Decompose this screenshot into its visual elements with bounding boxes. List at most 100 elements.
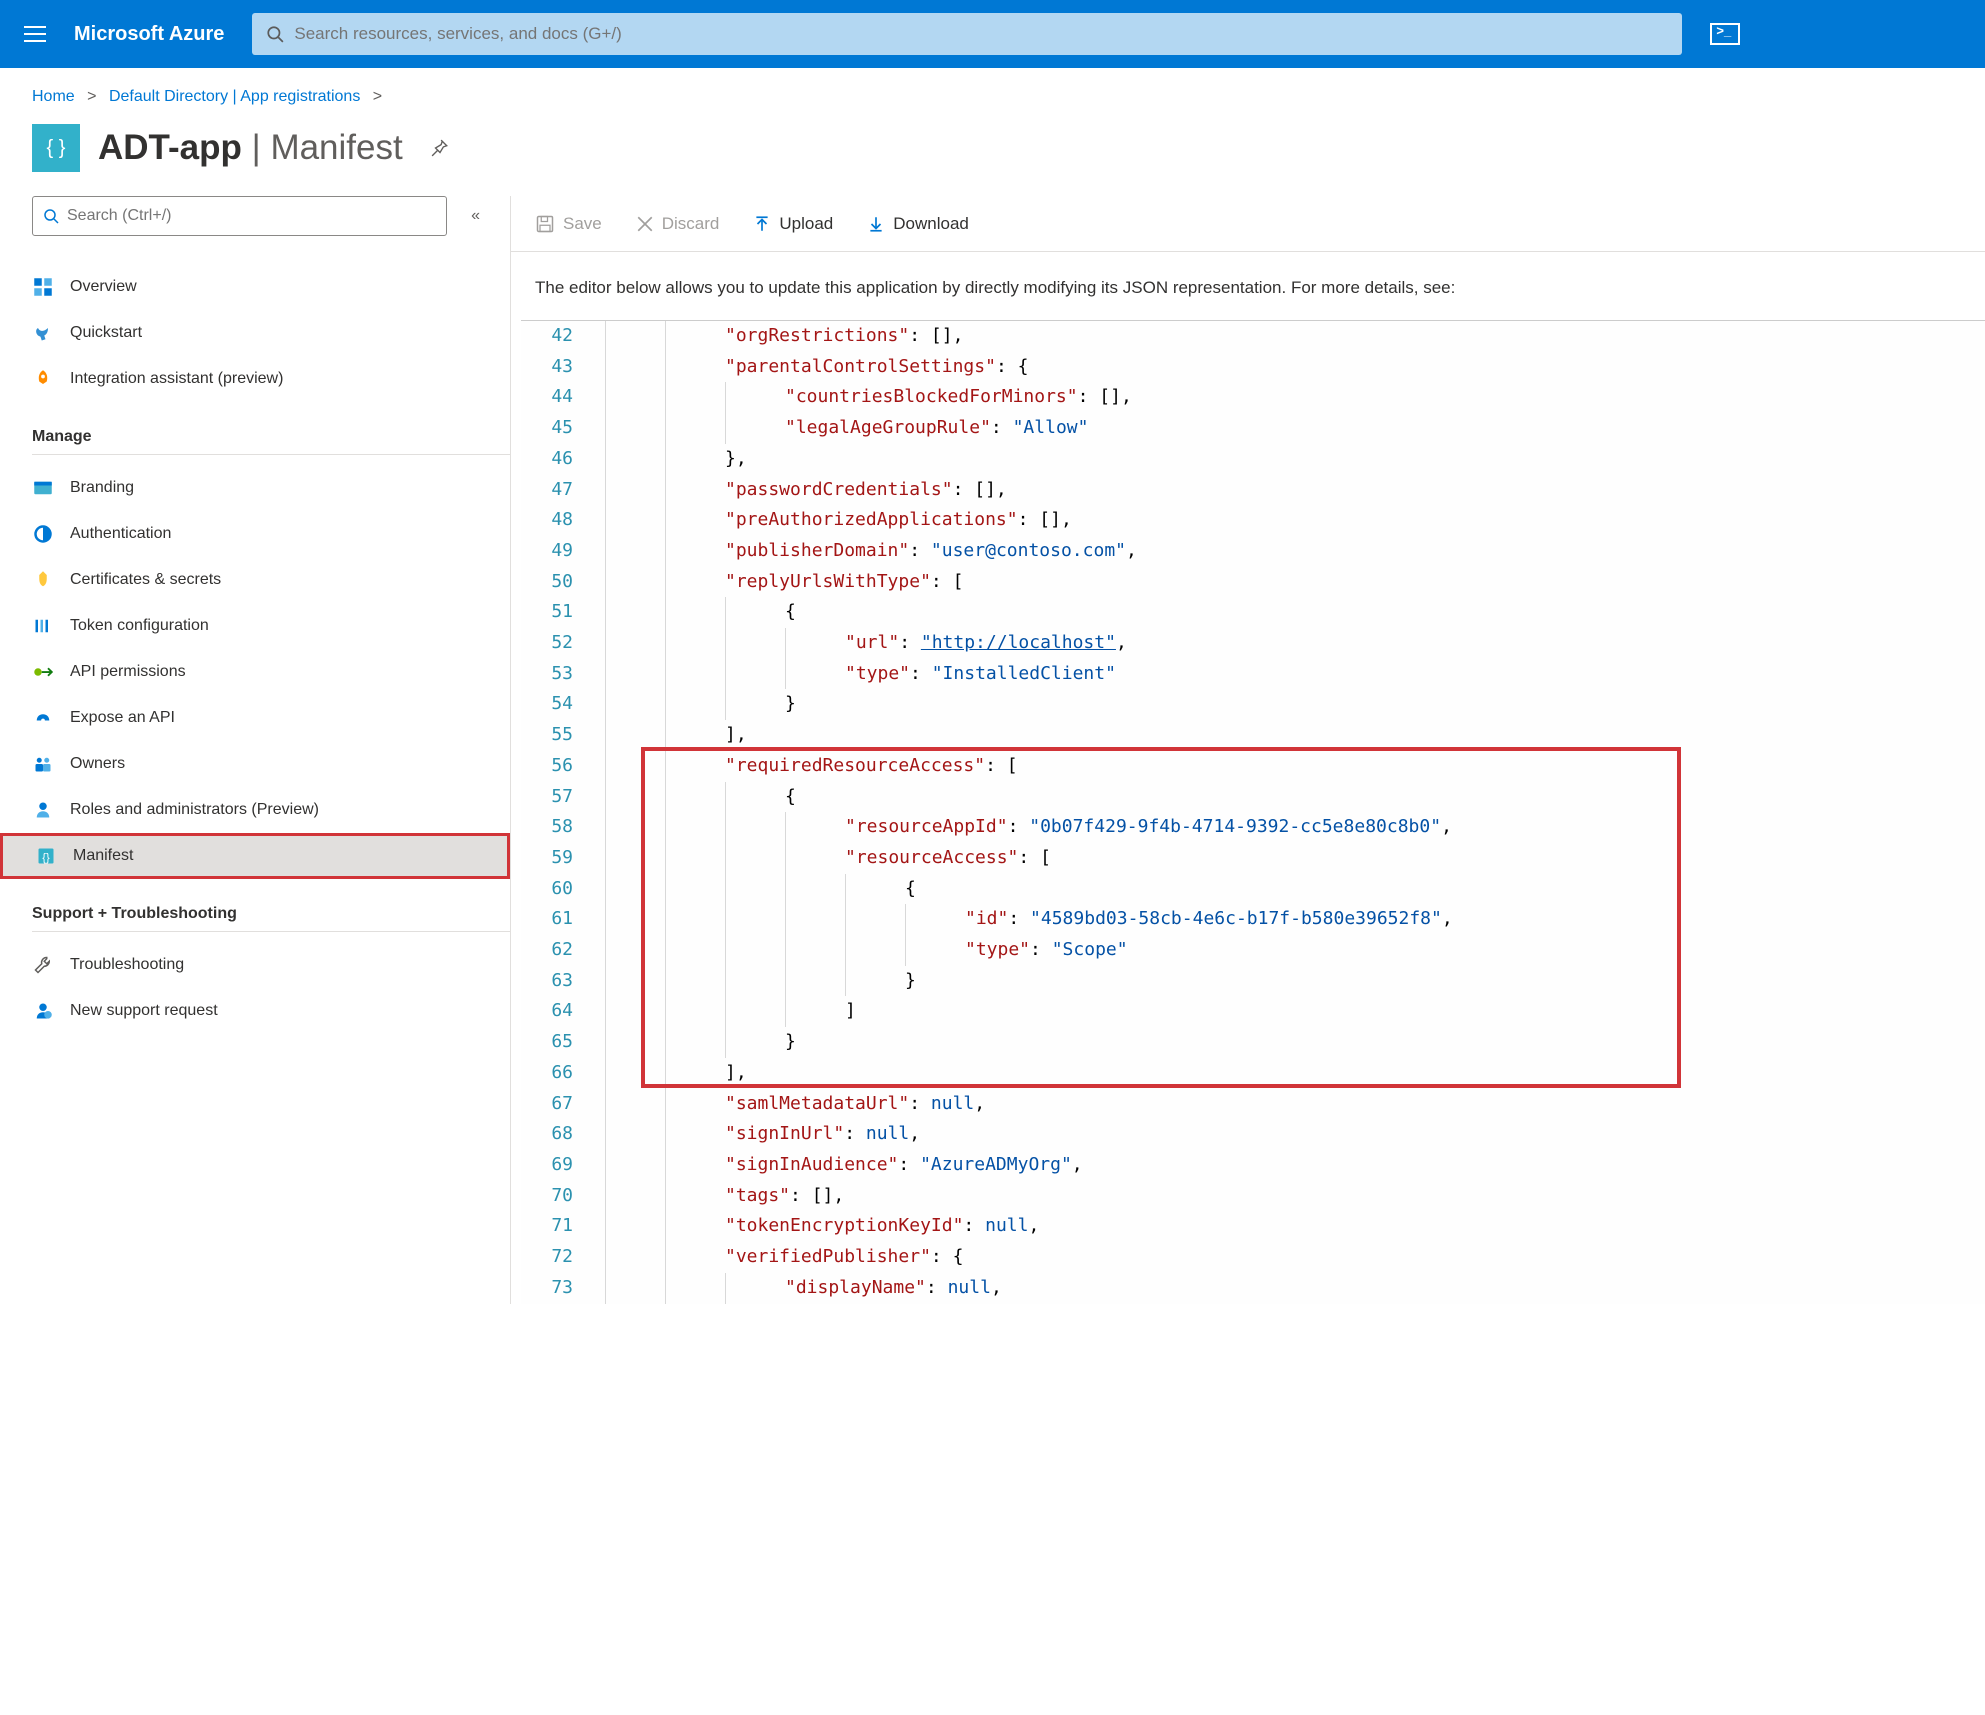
editor-line[interactable]: 49 "publisherDomain": "user@contoso.com"… xyxy=(521,536,1985,567)
sidebar-item-expose-an-api[interactable]: Expose an API xyxy=(32,695,510,741)
download-button[interactable]: Download xyxy=(867,214,969,234)
manifest-page-icon: { } xyxy=(32,124,80,172)
toolbar: Save Discard Upload Download xyxy=(511,196,1985,252)
close-icon xyxy=(636,215,654,233)
hamburger-menu-icon[interactable] xyxy=(24,26,46,42)
line-number: 62 xyxy=(521,935,591,966)
sidebar-item-manifest[interactable]: {}Manifest xyxy=(0,833,510,879)
editor-line[interactable]: 64 ] xyxy=(521,996,1985,1027)
line-number: 66 xyxy=(521,1058,591,1089)
editor-line[interactable]: 58 "resourceAppId": "0b07f429-9f4b-4714-… xyxy=(521,812,1985,843)
editor-line[interactable]: 44 "countriesBlockedForMinors": [], xyxy=(521,382,1985,413)
editor-description: The editor below allows you to update th… xyxy=(511,252,1985,320)
editor-line[interactable]: 54 } xyxy=(521,689,1985,720)
sidebar-item-api-permissions[interactable]: API permissions xyxy=(32,649,510,695)
editor-line[interactable]: 66 ], xyxy=(521,1058,1985,1089)
owners-icon xyxy=(32,753,54,775)
editor-line[interactable]: 43 "parentalControlSettings": { xyxy=(521,352,1985,383)
sidebar-item-authentication[interactable]: Authentication xyxy=(32,511,510,557)
top-header: Microsoft Azure xyxy=(0,0,1985,68)
auth-icon xyxy=(32,523,54,545)
line-number: 53 xyxy=(521,659,591,690)
editor-line[interactable]: 62 "type": "Scope" xyxy=(521,935,1985,966)
search-icon xyxy=(43,208,59,224)
line-number: 58 xyxy=(521,812,591,843)
editor-line[interactable]: 59 "resourceAccess": [ xyxy=(521,843,1985,874)
pin-icon[interactable] xyxy=(431,139,449,157)
editor-line[interactable]: 47 "passwordCredentials": [], xyxy=(521,475,1985,506)
editor-line[interactable]: 61 "id": "4589bd03-58cb-4e6c-b17f-b580e3… xyxy=(521,904,1985,935)
brand-label: Microsoft Azure xyxy=(74,23,224,46)
discard-button[interactable]: Discard xyxy=(636,214,720,234)
sidebar-item-integration-assistant-preview-[interactable]: Integration assistant (preview) xyxy=(32,356,510,402)
line-number: 49 xyxy=(521,536,591,567)
search-icon xyxy=(266,25,284,43)
global-search[interactable] xyxy=(252,13,1682,55)
sidebar-search[interactable] xyxy=(32,196,447,236)
editor-line[interactable]: 46 }, xyxy=(521,444,1985,475)
sidebar-item-label: Owners xyxy=(70,755,125,773)
editor-line[interactable]: 67 "samlMetadataUrl": null, xyxy=(521,1089,1985,1120)
line-number: 63 xyxy=(521,966,591,997)
sidebar-item-label: New support request xyxy=(70,1002,218,1020)
editor-line[interactable]: 42 "orgRestrictions": [], xyxy=(521,321,1985,352)
sidebar-search-input[interactable] xyxy=(67,207,436,225)
editor-line[interactable]: 55 ], xyxy=(521,720,1985,751)
sidebar-item-quickstart[interactable]: Quickstart xyxy=(32,310,510,356)
editor-line[interactable]: 50 "replyUrlsWithType": [ xyxy=(521,567,1985,598)
line-number: 59 xyxy=(521,843,591,874)
line-number: 50 xyxy=(521,567,591,598)
sidebar-item-label: Authentication xyxy=(70,525,171,543)
sidebar-item-label: Integration assistant (preview) xyxy=(70,370,283,388)
global-search-input[interactable] xyxy=(294,24,1668,44)
editor-line[interactable]: 72 "verifiedPublisher": { xyxy=(521,1242,1985,1273)
breadcrumb: Home > Default Directory | App registrat… xyxy=(0,68,1985,116)
sidebar-item-token-configuration[interactable]: Token configuration xyxy=(32,603,510,649)
editor-line[interactable]: 69 "signInAudience": "AzureADMyOrg", xyxy=(521,1150,1985,1181)
sidebar-item-label: Certificates & secrets xyxy=(70,571,221,589)
editor-line[interactable]: 56 "requiredResourceAccess": [ xyxy=(521,751,1985,782)
sidebar: « Overview Quickstart Integration assistan… xyxy=(0,196,510,1304)
sidebar-item-certificates-secrets[interactable]: Certificates & secrets xyxy=(32,557,510,603)
json-editor[interactable]: 42 "orgRestrictions": [],43 "parentalCon… xyxy=(521,320,1985,1304)
line-number: 46 xyxy=(521,444,591,475)
editor-line[interactable]: 65 } xyxy=(521,1027,1985,1058)
breadcrumb-directory[interactable]: Default Directory | App registrations xyxy=(109,88,360,105)
sidebar-item-label: Quickstart xyxy=(70,324,142,342)
sidebar-item-overview[interactable]: Overview xyxy=(32,264,510,310)
sidebar-item-new-support-request[interactable]: New support request xyxy=(32,988,510,1034)
sidebar-item-owners[interactable]: Owners xyxy=(32,741,510,787)
expose-icon xyxy=(32,707,54,729)
roles-icon xyxy=(32,799,54,821)
editor-line[interactable]: 52 "url": "http://localhost", xyxy=(521,628,1985,659)
editor-line[interactable]: 71 "tokenEncryptionKeyId": null, xyxy=(521,1211,1985,1242)
upload-icon xyxy=(753,215,771,233)
editor-line[interactable]: 60 { xyxy=(521,874,1985,905)
sidebar-item-branding[interactable]: Branding xyxy=(32,465,510,511)
branding-icon xyxy=(32,477,54,499)
line-number: 47 xyxy=(521,475,591,506)
line-number: 48 xyxy=(521,505,591,536)
sidebar-item-troubleshooting[interactable]: Troubleshooting xyxy=(32,942,510,988)
editor-line[interactable]: 63 } xyxy=(521,966,1985,997)
cloud-shell-icon[interactable] xyxy=(1710,23,1740,45)
editor-line[interactable]: 73 "displayName": null, xyxy=(521,1273,1985,1304)
editor-line[interactable]: 48 "preAuthorizedApplications": [], xyxy=(521,505,1985,536)
line-number: 52 xyxy=(521,628,591,659)
rocket-icon xyxy=(32,368,54,390)
sidebar-item-roles-and-administrators-preview-[interactable]: Roles and administrators (Preview) xyxy=(32,787,510,833)
editor-line[interactable]: 57 { xyxy=(521,782,1985,813)
save-button[interactable]: Save xyxy=(535,214,602,234)
collapse-sidebar-icon[interactable]: « xyxy=(471,207,480,225)
editor-line[interactable]: 45 "legalAgeGroupRule": "Allow" xyxy=(521,413,1985,444)
editor-line[interactable]: 68 "signInUrl": null, xyxy=(521,1119,1985,1150)
page-title-row: { } ADT-app | Manifest xyxy=(0,116,1985,196)
breadcrumb-home[interactable]: Home xyxy=(32,88,75,105)
editor-line[interactable]: 51 { xyxy=(521,597,1985,628)
line-number: 43 xyxy=(521,352,591,383)
upload-button[interactable]: Upload xyxy=(753,214,833,234)
quickstart-icon xyxy=(32,322,54,344)
editor-line[interactable]: 70 "tags": [], xyxy=(521,1181,1985,1212)
line-number: 67 xyxy=(521,1089,591,1120)
editor-line[interactable]: 53 "type": "InstalledClient" xyxy=(521,659,1985,690)
